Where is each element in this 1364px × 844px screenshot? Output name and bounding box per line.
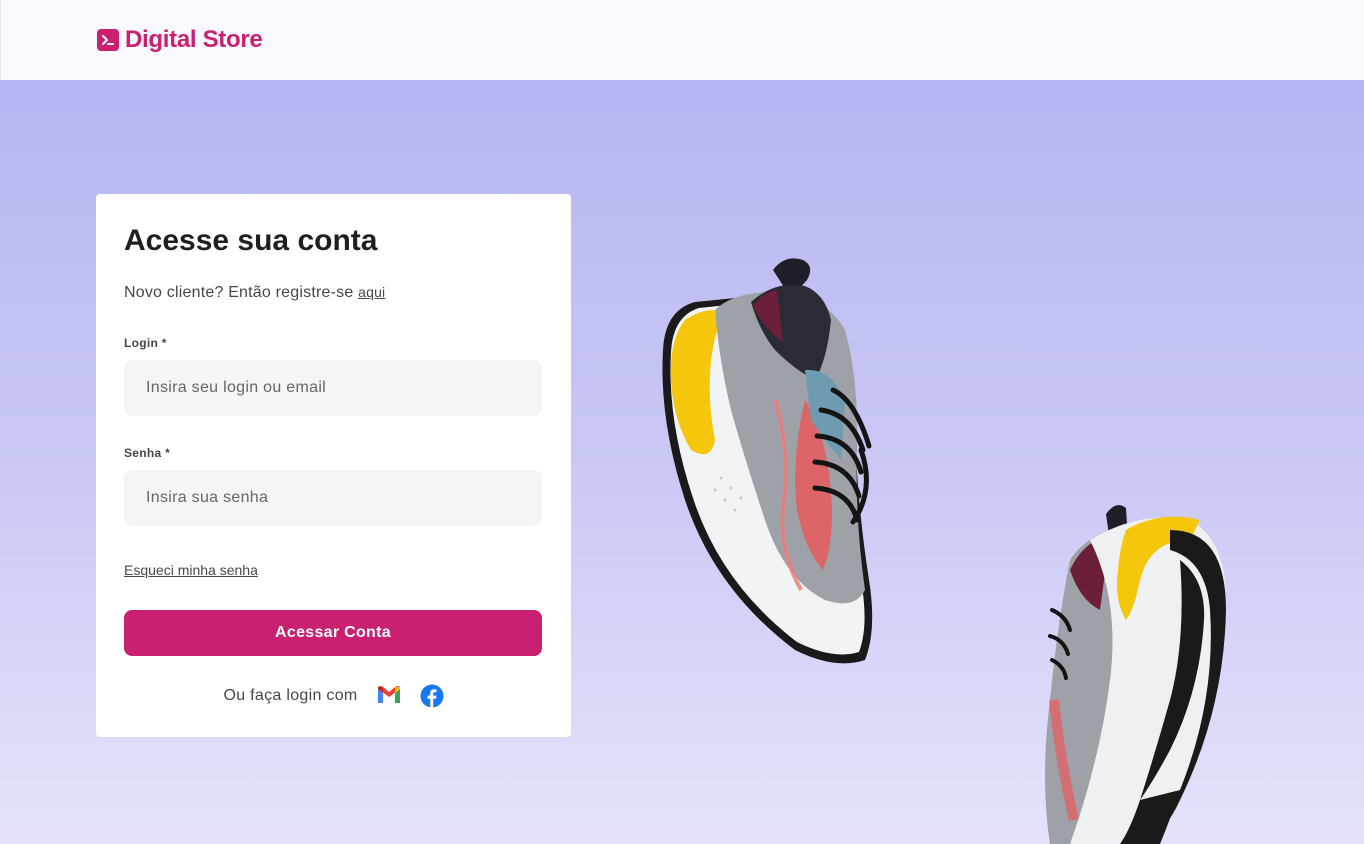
login-field-group: Login * (124, 336, 543, 416)
social-login-text: Ou faça login com (223, 687, 358, 704)
register-link[interactable]: aqui (358, 284, 385, 300)
logo[interactable]: Digital Store (97, 26, 263, 54)
forgot-password-link[interactable]: Esqueci minha senha (124, 562, 258, 578)
register-prompt: Novo cliente? Então registre-se aqui (124, 284, 543, 302)
hero: Acesse sua conta Novo cliente? Então reg… (0, 80, 1364, 844)
brand-name: Digital Store (125, 26, 263, 53)
password-input[interactable] (124, 470, 542, 526)
gmail-icon[interactable] (376, 685, 402, 707)
password-field-group: Senha * (124, 446, 543, 526)
terminal-icon (97, 29, 119, 51)
login-card: Acesse sua conta Novo cliente? Então reg… (96, 194, 571, 737)
login-label: Login * (124, 336, 167, 350)
social-login: Ou faça login com (124, 684, 543, 708)
submit-button[interactable]: Acessar Conta (124, 610, 542, 656)
facebook-icon[interactable] (420, 684, 444, 708)
password-label: Senha * (124, 446, 171, 460)
sneaker-image-front (662, 258, 873, 664)
login-input[interactable] (124, 360, 542, 416)
page-title: Acesse sua conta (124, 224, 378, 257)
sneaker-image-back (1045, 505, 1226, 844)
register-prompt-text: Novo cliente? Então registre-se (124, 284, 354, 301)
header: Digital Store (0, 0, 1364, 80)
